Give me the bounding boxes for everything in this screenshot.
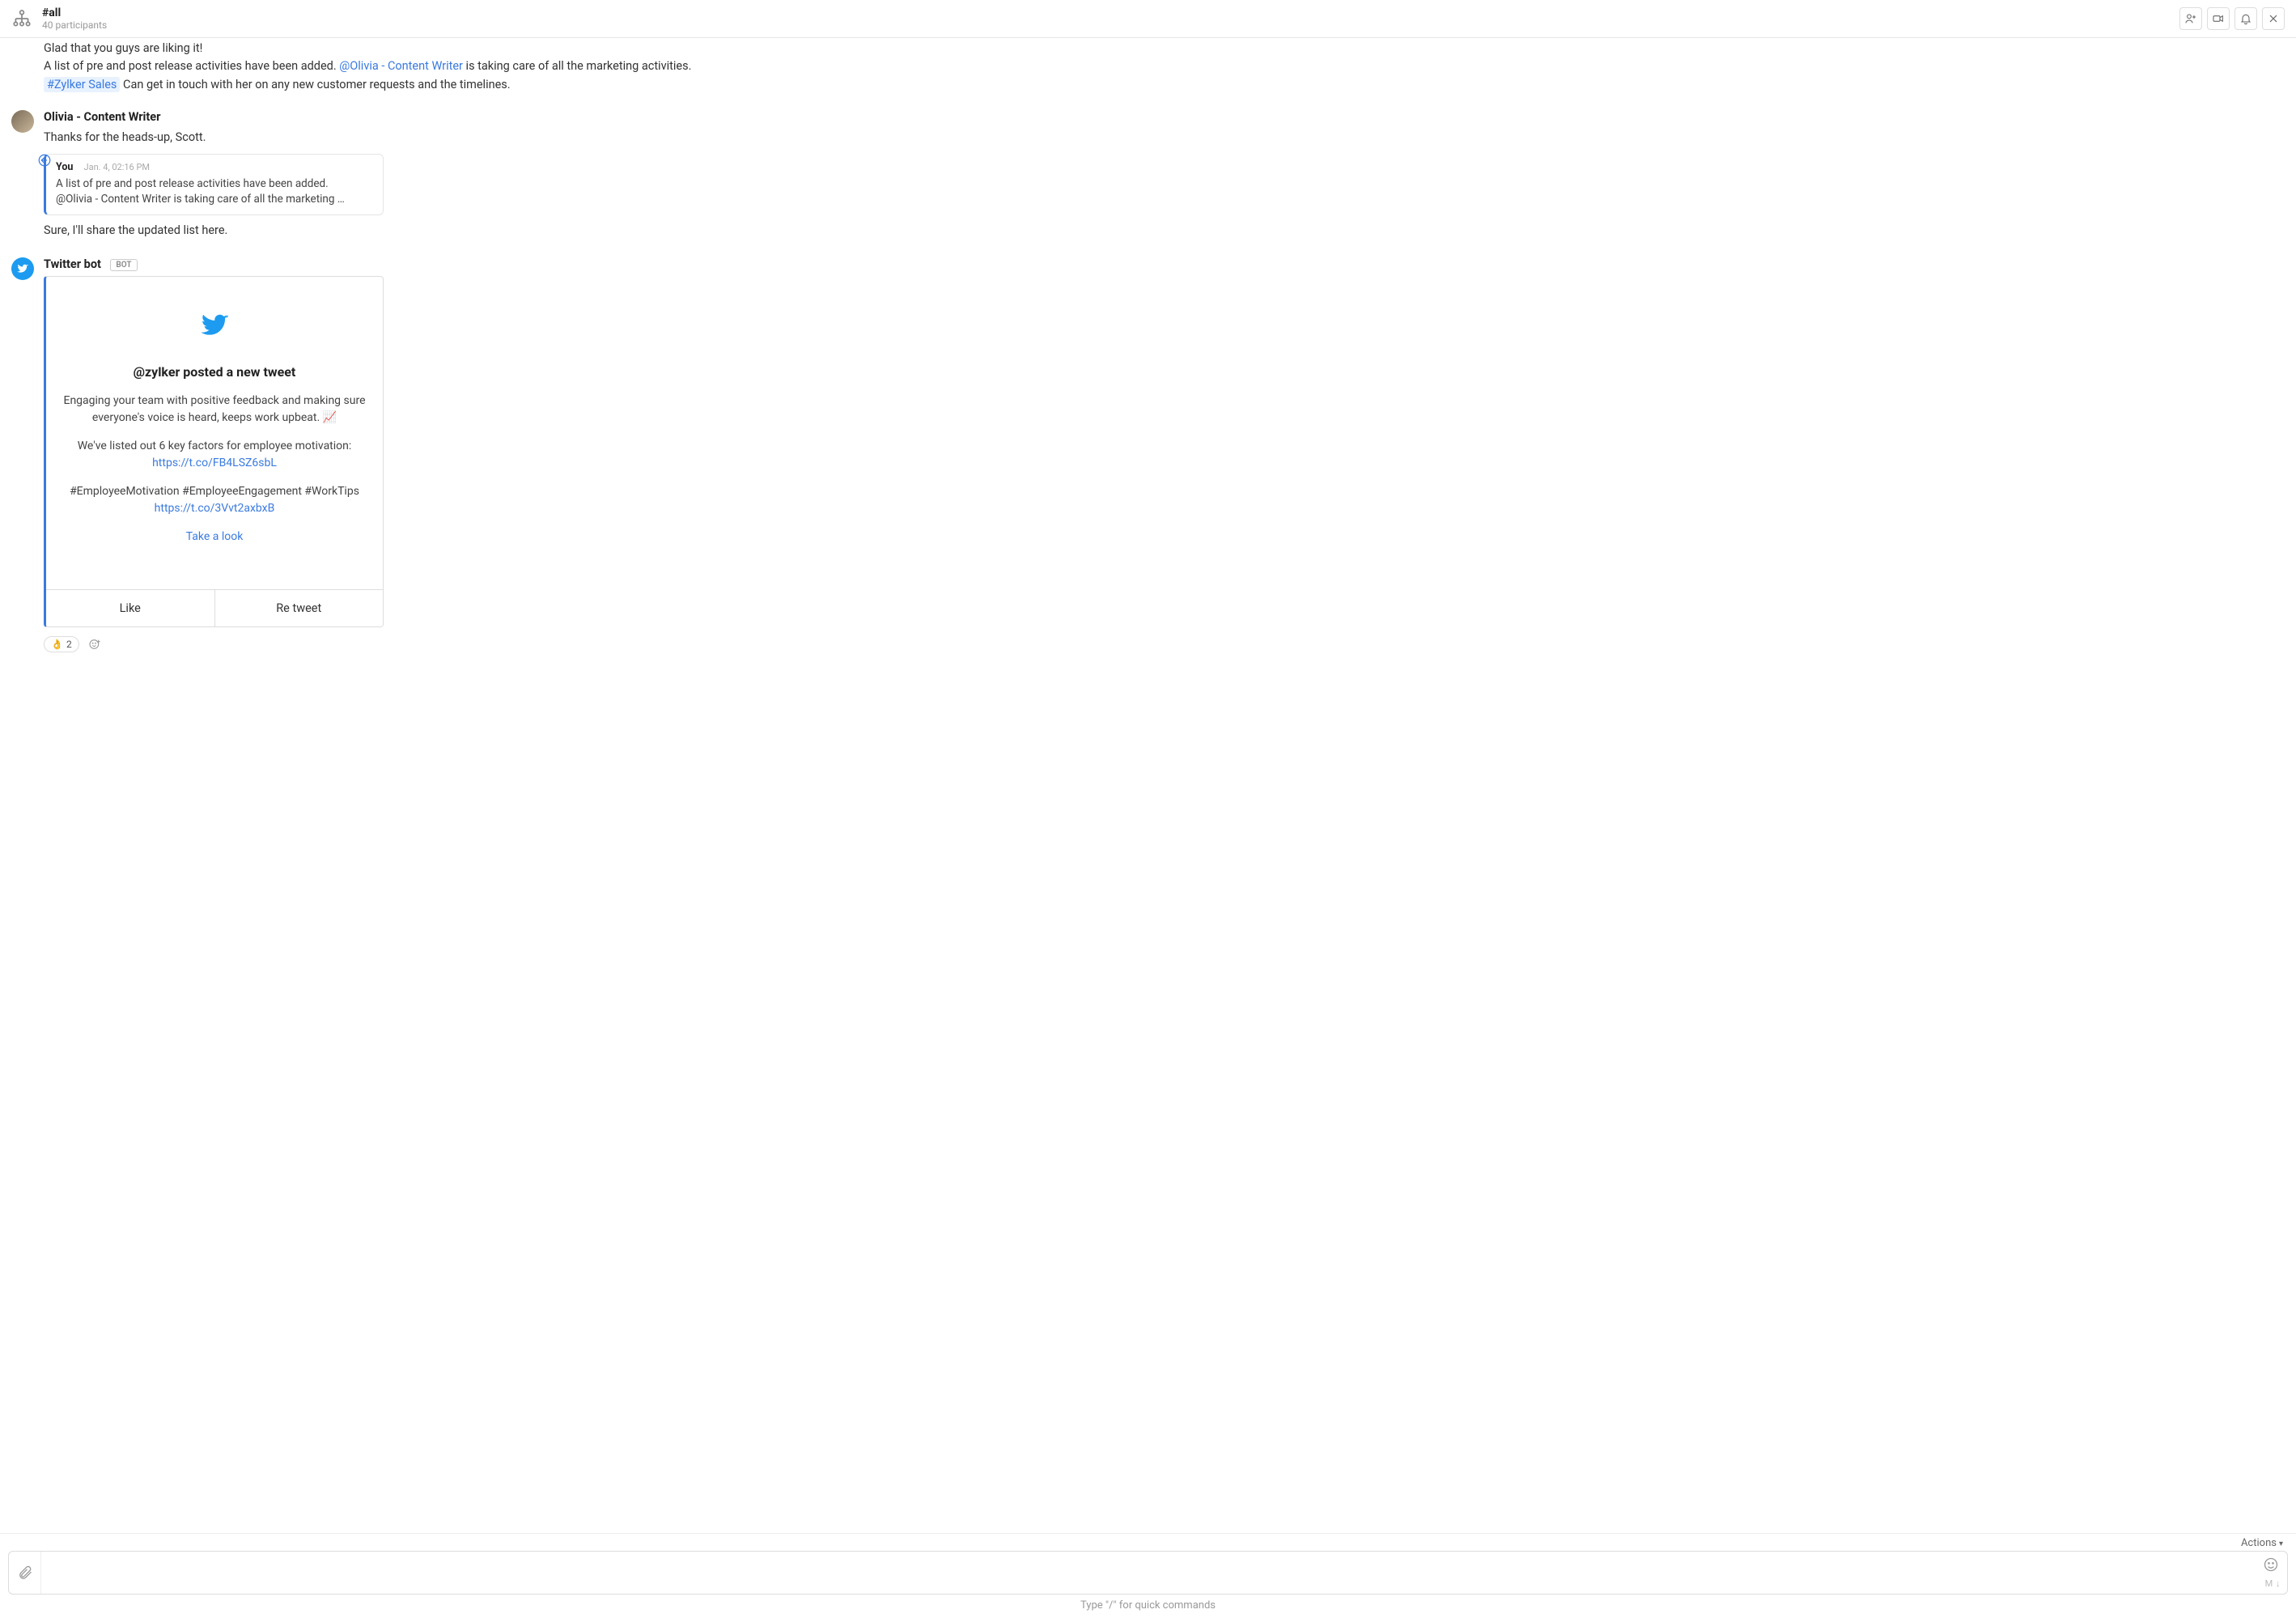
message-composer: M ↓ [8,1551,2288,1595]
quoted-reply[interactable]: You Jan. 4, 02:16 PM A list of pre and p… [44,154,384,215]
reply-line: @Olivia - Content Writer is taking care … [56,192,373,208]
actions-dropdown[interactable]: Actions▾ [8,1534,2288,1551]
tweet-link-take-a-look[interactable]: Take a look [186,530,244,543]
attach-button[interactable] [9,1552,41,1594]
user-mention[interactable]: @Olivia - Content Writer [339,59,463,73]
message-input[interactable] [41,1552,2256,1594]
message-text-line: A list of pre and post release activitie… [44,57,2285,75]
chevron-down-icon: ▾ [2279,1539,2283,1548]
message-text: Thanks for the heads-up, Scott. [44,129,2285,147]
tweet-link[interactable]: https://t.co/3Vvt2axbxB [155,502,275,515]
message-text: Sure, I'll share the updated list here. [44,222,2285,240]
twitter-icon [198,309,231,342]
reply-line: A list of pre and post release activitie… [56,176,373,193]
bot-badge: BOT [110,259,137,271]
add-reaction-button[interactable] [86,635,104,653]
close-button[interactable] [2262,7,2285,30]
emoji-button[interactable] [2263,1556,2281,1574]
channel-mention[interactable]: #Zylker Sales [44,77,120,92]
tweet-link[interactable]: https://t.co/FB4LSZ6sbL [152,457,277,469]
notifications-button[interactable] [2234,7,2257,30]
reaction-pill[interactable]: 👌 2 [44,636,79,652]
retweet-button[interactable]: Re tweet [215,590,384,626]
video-call-button[interactable] [2207,7,2230,30]
reply-icon [37,153,52,168]
channel-icon [11,8,32,29]
message: Olivia - Content Writer Thanks for the h… [0,105,2296,244]
reactions-row: 👌 2 [44,635,2285,653]
reply-timestamp: Jan. 4, 02:16 PM [84,162,151,172]
message: Twitter bot BOT @zylker posted a new twe… [0,253,2296,658]
slash-command-hint: Type "/" for quick commands [8,1595,2288,1613]
avatar-twitter-bot[interactable] [11,257,34,280]
reaction-emoji: 👌 [51,639,63,650]
avatar[interactable] [11,110,34,133]
composer-area: Actions▾ M ↓ Type "/" for quick commands [0,1533,2296,1618]
markdown-hint: M ↓ [2265,1578,2281,1589]
message-list: Glad that you guys are liking it! A list… [0,38,2296,1533]
twitter-card: @zylker posted a new tweet Engaging your… [44,276,384,627]
reply-author: You [56,161,73,173]
tweet-paragraph: Engaging your team with positive feedbac… [61,393,368,427]
add-participant-button[interactable] [2179,7,2202,30]
channel-header: #all 40 participants [0,0,2296,38]
sender-name[interactable]: Olivia - Content Writer [44,110,2285,124]
message-continuation: Glad that you guys are liking it! A list… [0,38,2296,99]
sender-name[interactable]: Twitter bot [44,257,101,271]
like-button[interactable]: Like [46,590,215,626]
message-text-line: Glad that you guys are liking it! [44,40,2285,57]
tweet-title: @zylker posted a new tweet [61,364,368,380]
tweet-paragraph: #EmployeeMotivation #EmployeeEngagement … [61,483,368,517]
channel-name[interactable]: #all [42,6,2179,19]
participants-count[interactable]: 40 participants [42,19,2179,31]
message-text-line: #Zylker Sales Can get in touch with her … [44,76,2285,94]
reaction-count: 2 [66,639,72,650]
tweet-paragraph: We've listed out 6 key factors for emplo… [61,438,368,472]
